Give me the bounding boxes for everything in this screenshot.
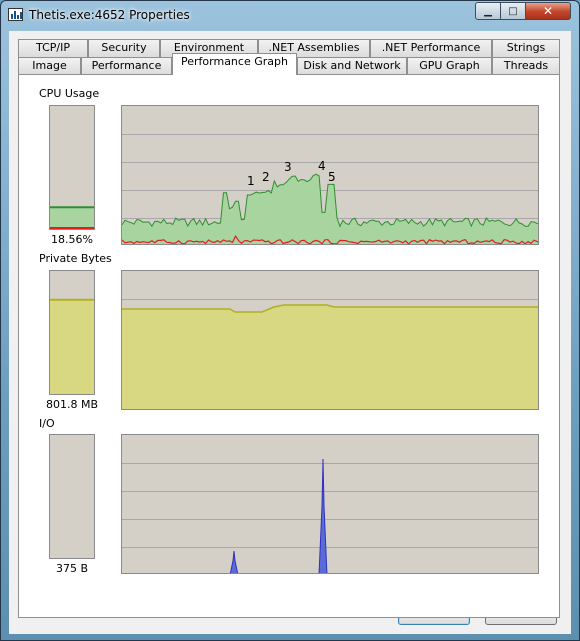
meter-fill bbox=[50, 299, 94, 394]
bytes-history-chart bbox=[122, 299, 538, 409]
performance-graph-panel: CPU Usage 18.56% 1 2 3 4 5 Private Bytes… bbox=[18, 74, 560, 618]
maximize-icon: □ bbox=[508, 5, 518, 17]
tab-tcp-ip[interactable]: TCP/IP bbox=[18, 39, 88, 57]
annotation-4: 4 bbox=[318, 159, 326, 173]
tab-gpu-graph[interactable]: GPU Graph bbox=[407, 57, 492, 75]
annotation-1: 1 bbox=[247, 174, 255, 188]
properties-window: Thetis.exe:4652 Properties ▁ □ ✕ TCP/IP … bbox=[0, 0, 580, 641]
tab-net-performance[interactable]: .NET Performance bbox=[370, 39, 492, 57]
dialog-client-area: TCP/IP Security Environment .NET Assembl… bbox=[9, 31, 571, 634]
tab-disk-and-network[interactable]: Disk and Network bbox=[297, 57, 407, 75]
io-value: 375 B bbox=[55, 562, 89, 575]
bytes-area bbox=[122, 305, 538, 409]
io-history-chart bbox=[122, 458, 538, 573]
io-meter-chart bbox=[50, 435, 95, 559]
cpu-usage-value: 18.56% bbox=[51, 233, 93, 246]
tab-security[interactable]: Security bbox=[88, 39, 160, 57]
title-bar[interactable]: Thetis.exe:4652 Properties ▁ □ ✕ bbox=[1, 1, 579, 29]
tab-performance-graph[interactable]: Performance Graph bbox=[172, 53, 297, 75]
private-bytes-history-graph bbox=[121, 270, 539, 410]
tab-threads[interactable]: Threads bbox=[492, 57, 560, 75]
annotation-3: 3 bbox=[284, 160, 292, 174]
annotation-2: 2 bbox=[262, 170, 270, 184]
cpu-usage-meter bbox=[49, 105, 95, 230]
meter-fill bbox=[50, 207, 94, 229]
minimize-button[interactable]: ▁ bbox=[475, 2, 501, 20]
io-meter bbox=[49, 434, 95, 559]
minimize-icon: ▁ bbox=[484, 5, 492, 17]
cpu-usage-history-graph: 1 2 3 4 5 bbox=[121, 105, 539, 245]
window-title: Thetis.exe:4652 Properties bbox=[29, 8, 190, 22]
io-spike-1 bbox=[229, 550, 239, 573]
tab-performance[interactable]: Performance bbox=[81, 57, 172, 75]
private-bytes-meter bbox=[49, 270, 95, 395]
cpu-usage-label: CPU Usage bbox=[39, 87, 100, 100]
io-label: I/O bbox=[39, 417, 55, 430]
io-spike-2 bbox=[318, 458, 328, 573]
private-bytes-value: 801.8 MB bbox=[45, 398, 99, 411]
close-button[interactable]: ✕ bbox=[525, 2, 571, 20]
cpu-meter-chart bbox=[50, 206, 94, 229]
tab-strings[interactable]: Strings bbox=[492, 39, 560, 57]
maximize-button[interactable]: □ bbox=[500, 2, 526, 20]
close-icon: ✕ bbox=[542, 4, 554, 18]
bytes-meter-chart bbox=[50, 298, 94, 394]
io-history-graph bbox=[121, 434, 539, 574]
app-icon bbox=[8, 8, 23, 21]
annotation-5: 5 bbox=[328, 170, 336, 184]
private-bytes-label: Private Bytes bbox=[39, 252, 112, 265]
tab-image[interactable]: Image bbox=[18, 57, 81, 75]
